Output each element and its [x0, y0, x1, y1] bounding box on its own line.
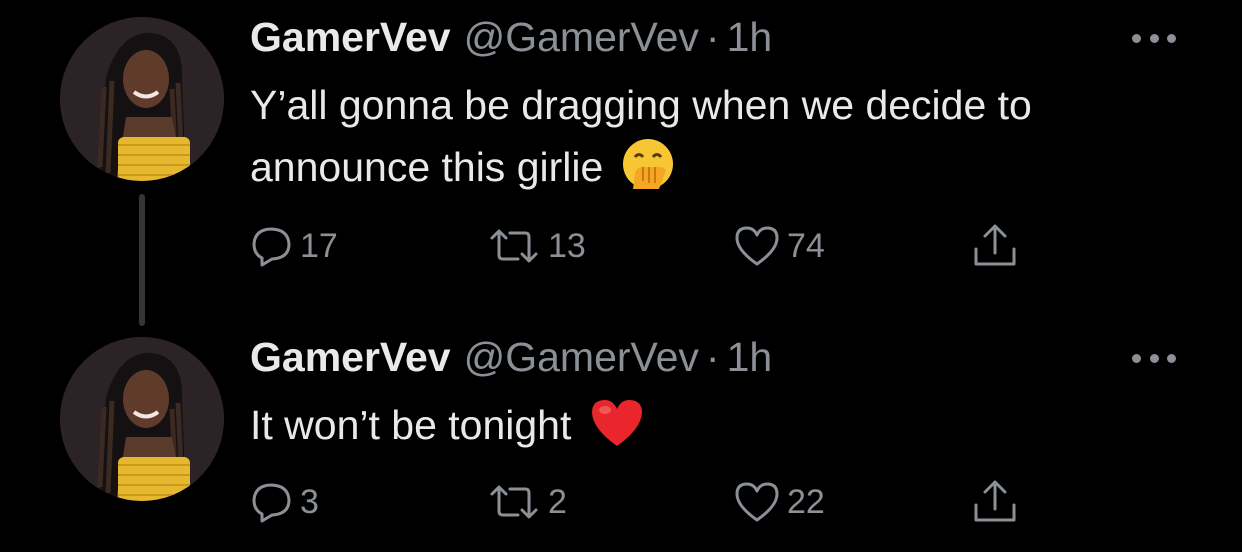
- like-count: 74: [787, 226, 825, 265]
- author-name[interactable]: GamerVev: [250, 334, 451, 381]
- author-handle[interactable]: @GamerVev: [464, 14, 699, 61]
- heart-icon: [733, 224, 781, 268]
- reply-count: 17: [300, 226, 338, 265]
- tweet[interactable]: GamerVev @GamerVev · 1h It won’t be toni…: [0, 330, 1242, 552]
- like-count: 22: [787, 482, 825, 521]
- face-with-hand-over-mouth-icon: [621, 137, 675, 208]
- tweet[interactable]: GamerVev @GamerVev · 1h Y’all gonna be d…: [0, 0, 1242, 330]
- tweet-text: It won’t be tonight: [250, 394, 1210, 466]
- reply-button[interactable]: 3: [250, 477, 319, 527]
- reply-icon: [250, 480, 294, 524]
- tweet-actions: 17 13 74: [250, 221, 1050, 271]
- thread-line: [139, 194, 145, 326]
- like-button[interactable]: 74: [733, 221, 825, 271]
- retweet-count: 13: [548, 226, 586, 265]
- timestamp[interactable]: 1h: [727, 14, 773, 61]
- avatar[interactable]: [60, 17, 224, 181]
- reply-icon: [250, 224, 294, 268]
- tweet-actions: 3 2 22: [250, 477, 1050, 527]
- author-name[interactable]: GamerVev: [250, 14, 451, 61]
- share-button[interactable]: [970, 477, 1020, 527]
- retweet-button[interactable]: 13: [488, 221, 586, 271]
- red-heart-icon: [589, 397, 645, 466]
- share-icon: [970, 477, 1020, 527]
- reply-button[interactable]: 17: [250, 221, 338, 271]
- tweet-header: GamerVev @GamerVev · 1h: [250, 334, 772, 384]
- share-button[interactable]: [970, 221, 1020, 271]
- separator-dot: ·: [705, 14, 720, 60]
- more-options-icon[interactable]: [1132, 32, 1176, 44]
- more-options-icon[interactable]: [1132, 352, 1176, 364]
- retweet-icon: [488, 224, 542, 268]
- retweet-button[interactable]: 2: [488, 477, 567, 527]
- timestamp[interactable]: 1h: [727, 334, 773, 381]
- reply-count: 3: [300, 482, 319, 521]
- separator-dot: ·: [705, 334, 720, 380]
- tweet-header: GamerVev @GamerVev · 1h: [250, 14, 772, 64]
- retweet-icon: [488, 480, 542, 524]
- like-button[interactable]: 22: [733, 477, 825, 527]
- tweet-text-content: It won’t be tonight: [250, 402, 572, 448]
- avatar[interactable]: [60, 337, 224, 501]
- retweet-count: 2: [548, 482, 567, 521]
- tweet-text: Y’all gonna be dragging when we decide t…: [250, 74, 1210, 208]
- author-handle[interactable]: @GamerVev: [464, 334, 699, 381]
- share-icon: [970, 221, 1020, 271]
- heart-icon: [733, 480, 781, 524]
